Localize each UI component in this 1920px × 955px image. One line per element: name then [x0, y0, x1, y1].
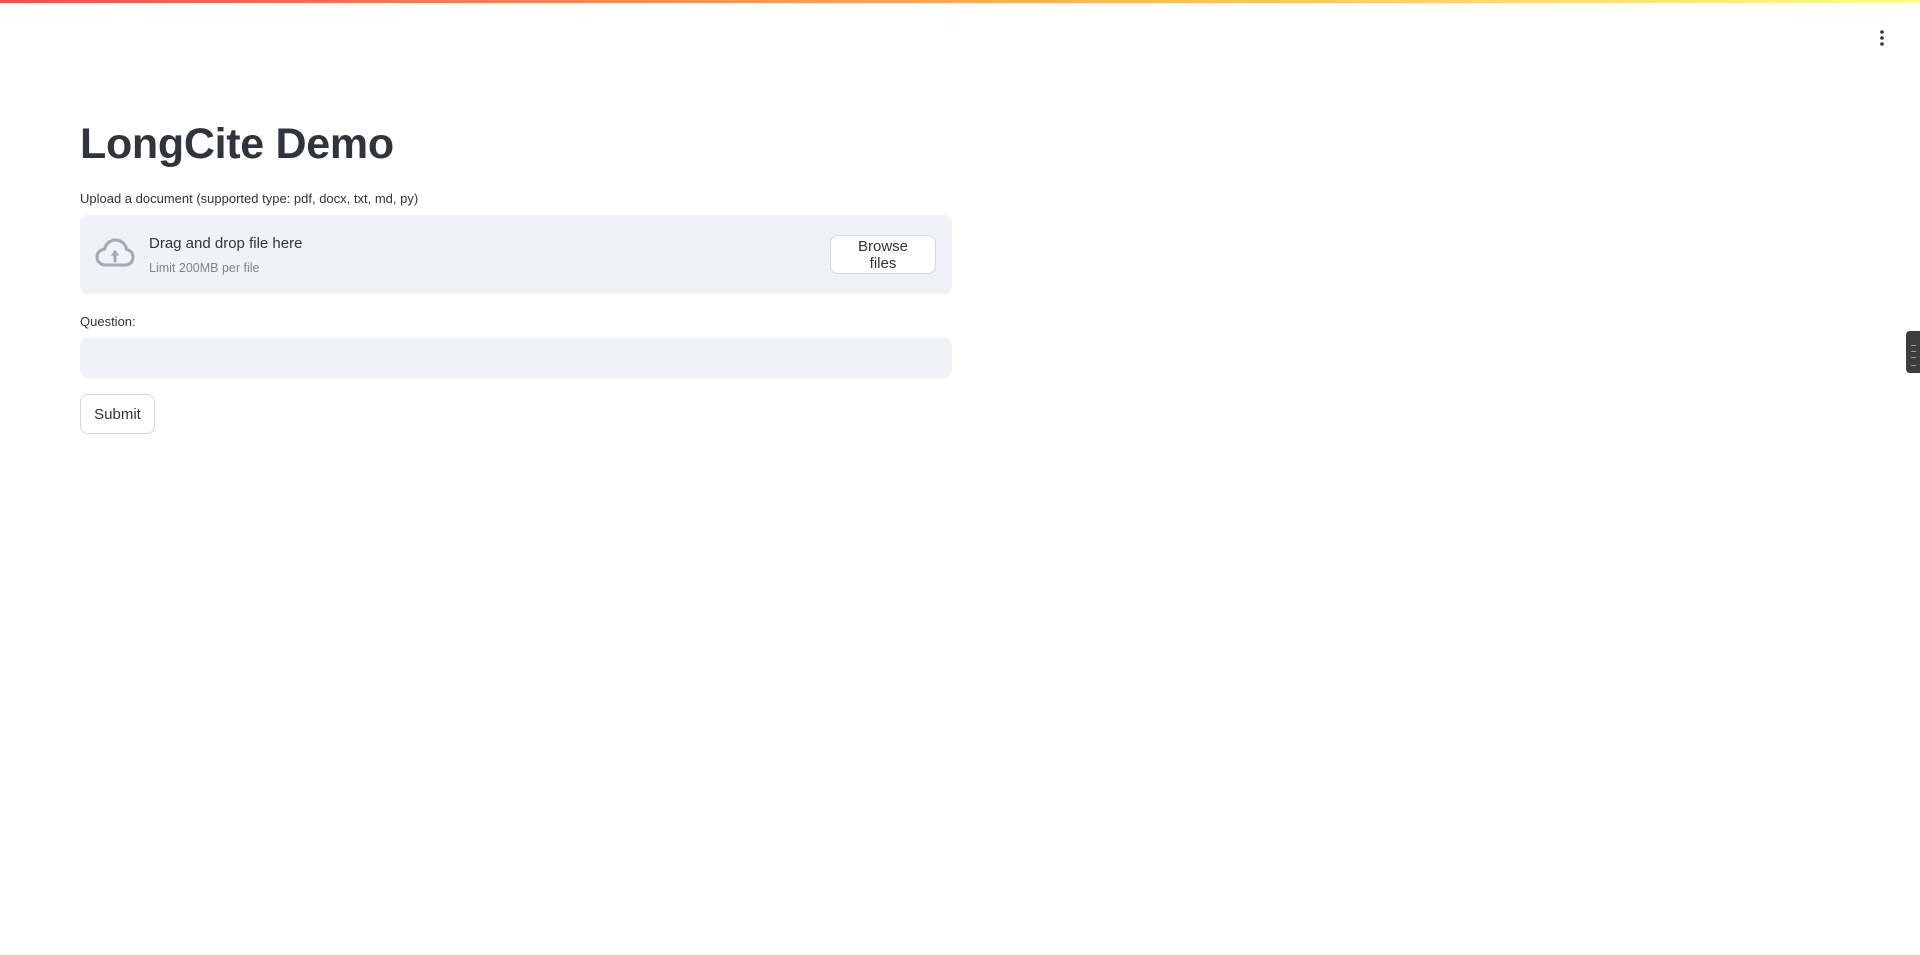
handle-grip-line	[1911, 357, 1916, 358]
handle-grip-line	[1911, 351, 1916, 352]
handle-grip-line	[1911, 345, 1916, 346]
upload-label: Upload a document (supported type: pdf, …	[80, 191, 419, 206]
handle-grip-line	[1911, 365, 1916, 366]
submit-button[interactable]: Submit	[80, 394, 155, 434]
dropzone-limit-text: Limit 200MB per file	[149, 261, 260, 275]
main-menu-button[interactable]	[1866, 26, 1898, 50]
cloud-upload-icon	[95, 238, 135, 267]
vertical-ellipsis-icon	[1880, 30, 1884, 46]
question-label: Question:	[80, 314, 136, 329]
file-dropzone[interactable]: Drag and drop file here Limit 200MB per …	[80, 215, 952, 294]
question-input[interactable]	[80, 338, 952, 378]
top-decoration-bar	[0, 0, 1920, 3]
browse-files-button[interactable]: Browse files	[830, 235, 936, 274]
page-title: LongCite Demo	[80, 120, 394, 168]
side-panel-handle[interactable]	[1906, 331, 1920, 373]
dropzone-instruction: Drag and drop file here	[149, 235, 303, 252]
